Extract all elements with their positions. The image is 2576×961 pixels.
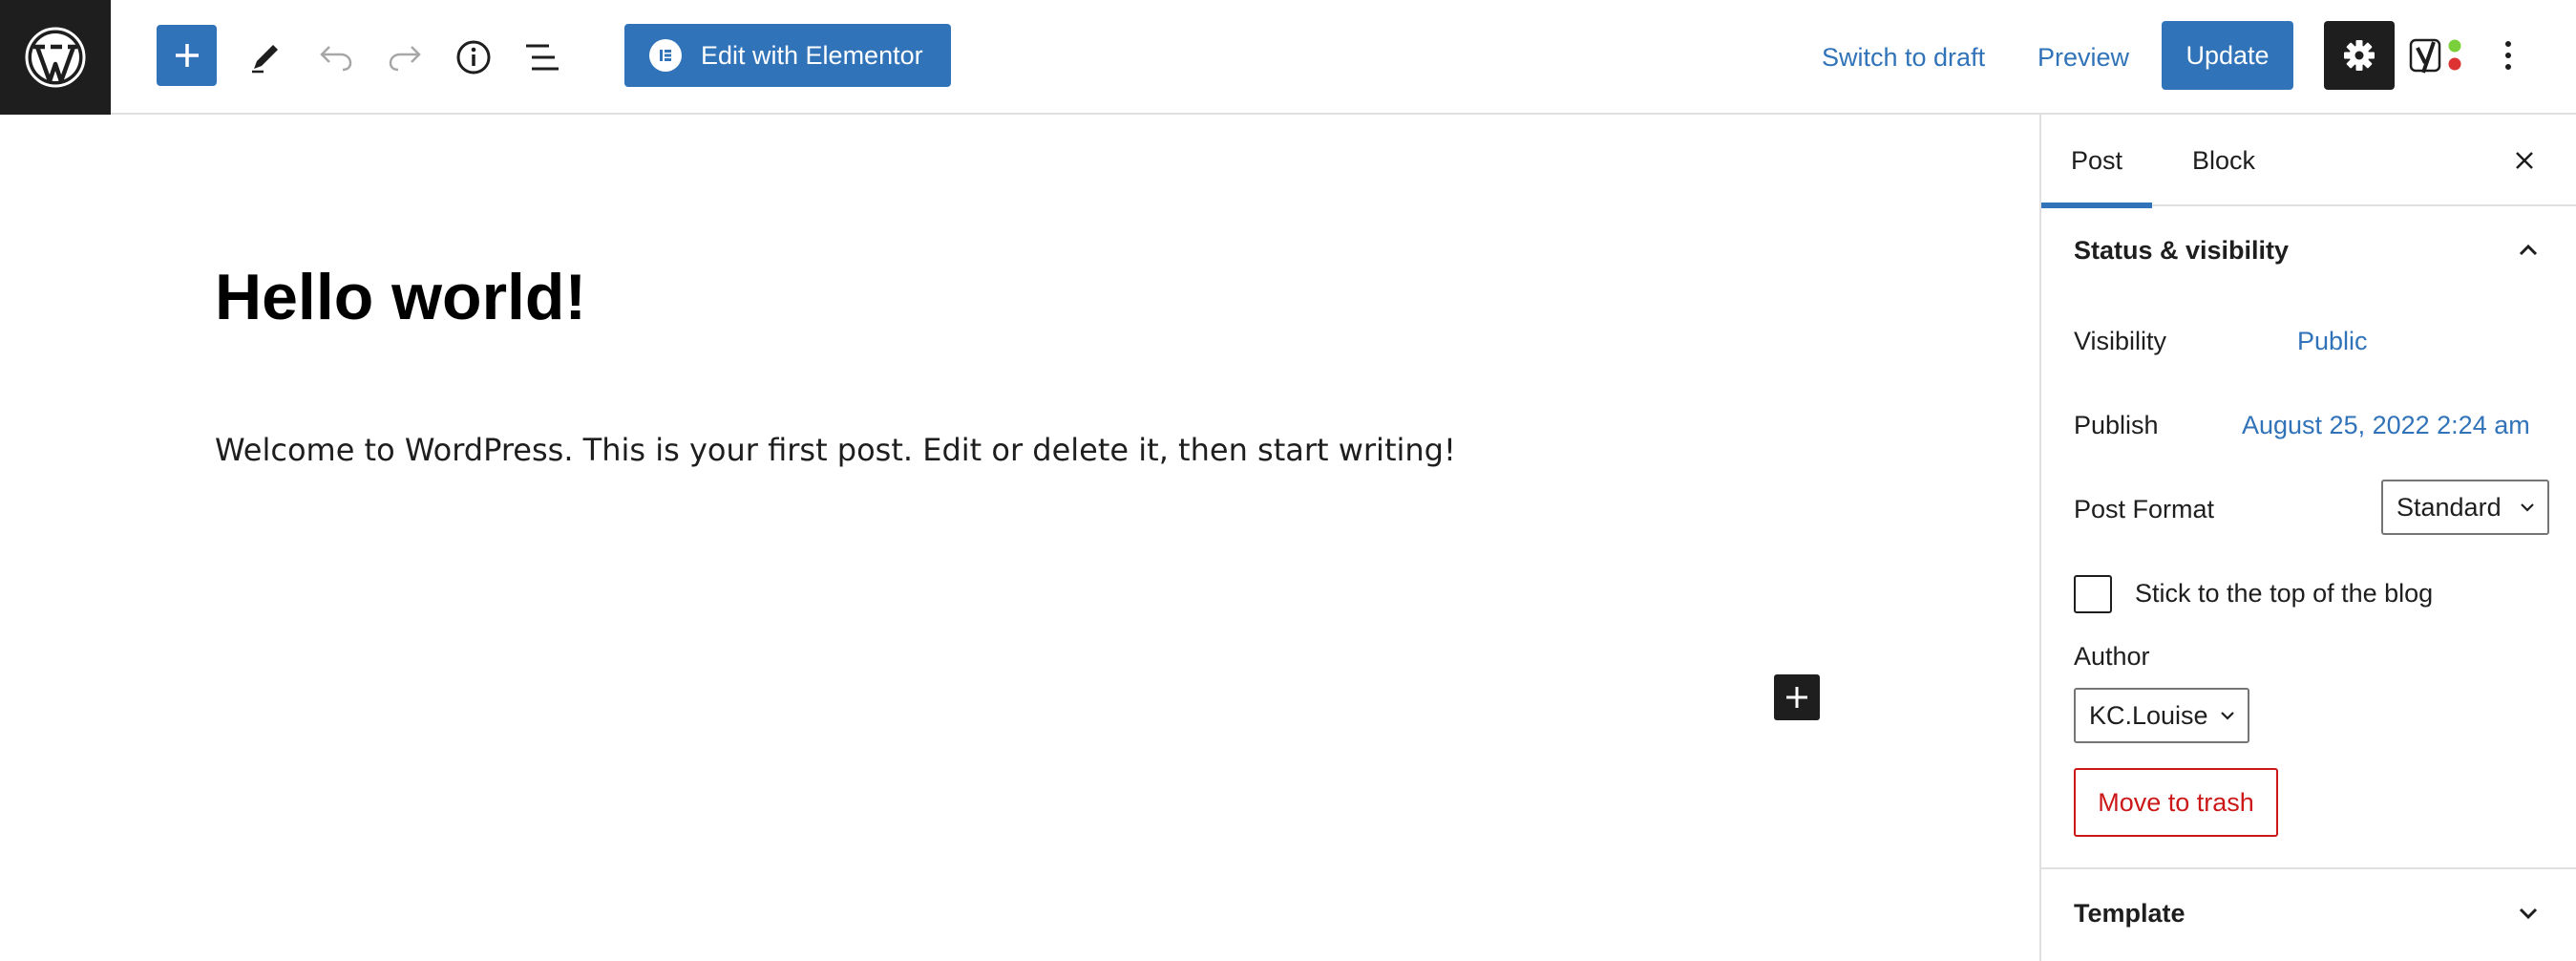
settings-button[interactable] (2324, 21, 2395, 90)
sidebar-tabs: Post Block (2041, 115, 2576, 208)
preview-button[interactable]: Preview (2038, 29, 2129, 86)
status-visibility-title: Status & visibility (2074, 235, 2290, 265)
pencil-icon (252, 45, 278, 74)
editor-toolbar: Edit with Elementor Switch to draft Prev… (0, 0, 2576, 115)
tab-post[interactable]: Post (2041, 115, 2152, 208)
chevron-down-icon (2521, 503, 2534, 512)
chevron-down-icon (2221, 712, 2234, 720)
close-sidebar-button[interactable] (2502, 138, 2547, 183)
more-vertical-icon (2505, 41, 2511, 70)
editor-canvas: Hello world! Welcome to WordPress. This … (0, 115, 2039, 961)
redo-icon (389, 46, 421, 72)
paragraph-block[interactable]: Welcome to WordPress. This is your first… (215, 432, 1456, 468)
info-icon (456, 40, 491, 75)
tab-block[interactable]: Block (2183, 115, 2265, 206)
visibility-label: Visibility (2074, 327, 2167, 355)
author-label: Author (2074, 642, 2150, 671)
move-to-trash-button[interactable]: Move to trash (2074, 768, 2278, 837)
post-format-value: Standard (2397, 492, 2502, 522)
settings-sidebar: Post Block Status & visibility Visibilit… (2039, 115, 2576, 961)
update-button[interactable]: Update (2162, 21, 2293, 90)
wordpress-logo-icon[interactable] (0, 0, 111, 115)
chevron-up-icon (2519, 244, 2538, 256)
redo-button[interactable] (376, 29, 433, 86)
list-view-icon (526, 44, 559, 71)
publish-date-toggle[interactable]: August 25, 2022 2:24 am (2242, 411, 2530, 440)
undo-button[interactable] (307, 29, 365, 86)
list-view-button[interactable] (514, 29, 571, 86)
close-icon (2516, 152, 2533, 169)
add-block-button[interactable] (157, 25, 217, 86)
tools-button[interactable] (237, 29, 294, 86)
status-visibility-panel-toggle[interactable]: Status & visibility (2041, 206, 2576, 294)
chevron-down-icon (2519, 908, 2538, 920)
inline-add-block-button[interactable] (1774, 674, 1820, 720)
gear-icon (2344, 40, 2375, 71)
post-title[interactable]: Hello world! (215, 260, 586, 334)
switch-to-draft-button[interactable]: Switch to draft (1822, 29, 1985, 86)
plus-icon (175, 44, 199, 67)
author-value: KC.Louise (2089, 700, 2208, 730)
visibility-toggle[interactable]: Public (2297, 327, 2368, 356)
sticky-checkbox[interactable] (2074, 575, 2112, 613)
more-options-button[interactable] (2484, 27, 2532, 84)
template-panel-toggle[interactable]: Template (2041, 869, 2576, 957)
plus-icon (1786, 687, 1807, 708)
publish-label: Publish (2074, 411, 2159, 439)
edit-with-elementor-label: Edit with Elementor (701, 40, 923, 70)
sticky-label: Stick to the top of the blog (2135, 579, 2434, 608)
edit-with-elementor-button[interactable]: Edit with Elementor (624, 24, 951, 87)
details-button[interactable] (445, 29, 502, 86)
undo-icon (320, 46, 352, 72)
yoast-seo-button[interactable] (2408, 27, 2467, 84)
elementor-icon (649, 39, 682, 72)
post-format-label: Post Format (2074, 495, 2215, 523)
template-panel-title: Template (2074, 898, 2185, 928)
yoast-icon (2409, 38, 2461, 74)
post-format-select[interactable]: Standard (2381, 480, 2549, 535)
author-select[interactable]: KC.Louise (2074, 688, 2249, 743)
